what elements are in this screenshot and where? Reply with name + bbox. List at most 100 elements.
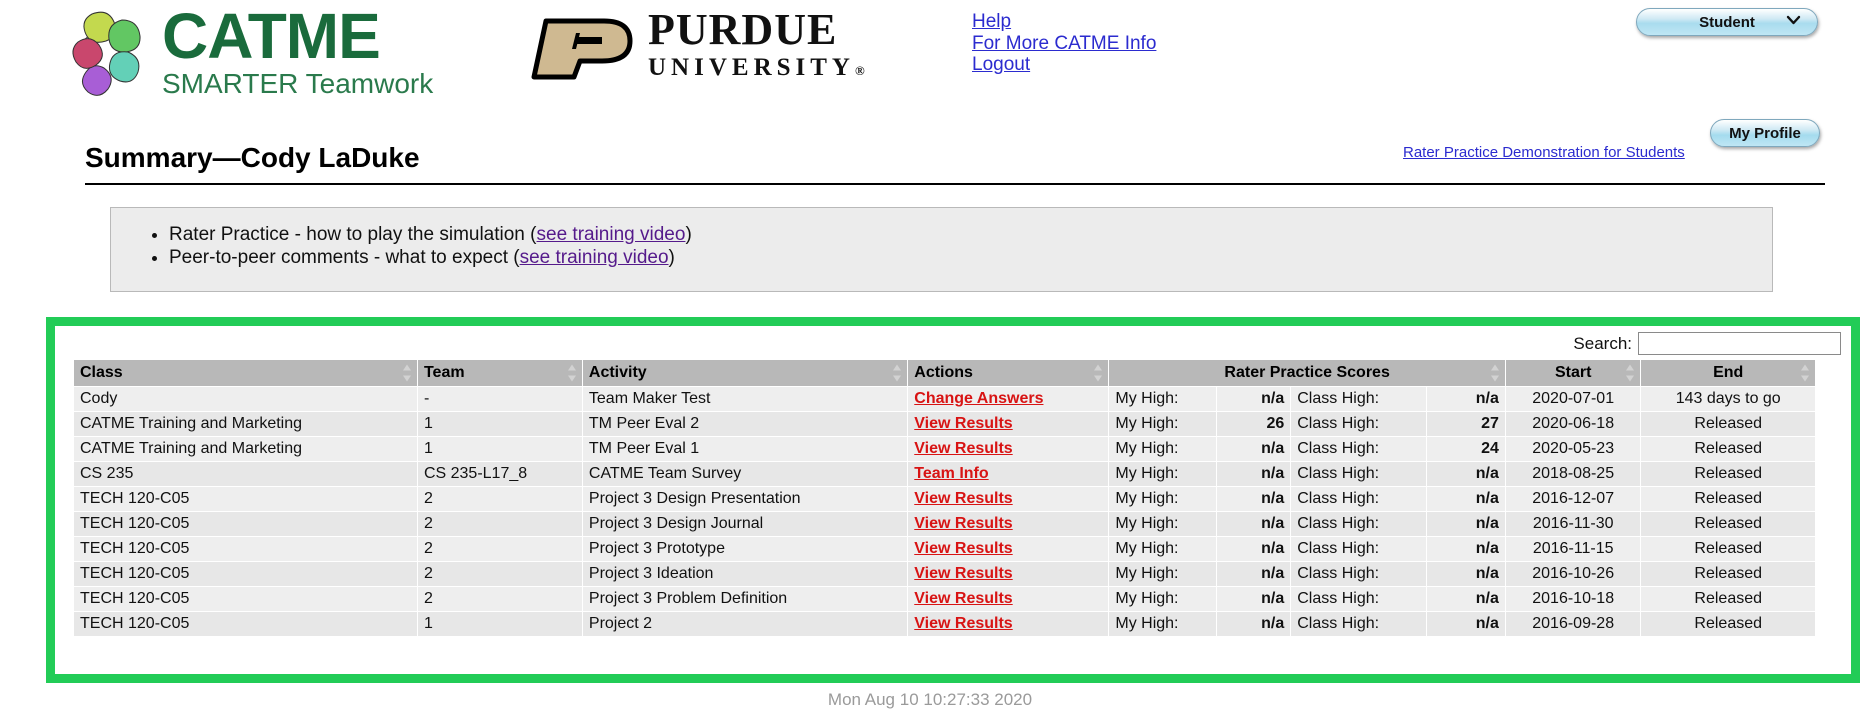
- column-header-activity[interactable]: Activity: [582, 360, 909, 386]
- row-action-link[interactable]: View Results: [914, 590, 1012, 607]
- cell-class-high-value: n/a: [1426, 560, 1506, 586]
- column-header-start[interactable]: Start: [1505, 360, 1642, 386]
- cell-action[interactable]: View Results: [907, 435, 1110, 461]
- cell-class-high-label: Class High:: [1290, 385, 1427, 411]
- cell-start: 2016-09-28: [1505, 610, 1642, 636]
- table-row: CATME Training and Marketing 1 TM Peer Eva…: [74, 410, 1815, 436]
- cell-my-high-label: My High:: [1108, 435, 1217, 461]
- search-input[interactable]: [1638, 332, 1841, 355]
- cell-my-high-value: n/a: [1216, 535, 1292, 561]
- row-action-link[interactable]: Team Info: [914, 465, 988, 482]
- column-header-rater-practice-scores[interactable]: Rater Practice Scores: [1108, 360, 1506, 386]
- column-header-class-label: Class: [80, 363, 123, 381]
- cell-action[interactable]: View Results: [907, 510, 1110, 536]
- cell-class-high-label: Class High:: [1290, 435, 1427, 461]
- column-header-end[interactable]: End: [1640, 360, 1815, 386]
- table-row: TECH 120-C05 2 Project 3 Design Journal Vie…: [74, 510, 1815, 536]
- cell-class-high-label: Class High:: [1290, 410, 1427, 436]
- cell-action[interactable]: View Results: [907, 485, 1110, 511]
- search-row: Search:: [1573, 332, 1841, 355]
- role-select-dropdown[interactable]: Student: [1636, 8, 1818, 36]
- info-item-0-post: ): [685, 224, 692, 245]
- purdue-subtitle: UNIVERSITY®: [648, 54, 870, 81]
- row-action-link[interactable]: View Results: [914, 615, 1012, 632]
- my-profile-label: My Profile: [1729, 124, 1801, 142]
- cell-action[interactable]: Team Info: [907, 460, 1110, 486]
- cell-class-high-value: 24: [1426, 435, 1506, 461]
- sort-arrows-icon[interactable]: [1626, 364, 1635, 382]
- sort-arrows-icon[interactable]: [402, 364, 412, 382]
- cell-class: TECH 120-C05: [74, 585, 418, 611]
- cell-my-high-value: n/a: [1216, 510, 1292, 536]
- purdue-p-icon: [531, 18, 633, 80]
- cell-end: Released: [1640, 485, 1815, 511]
- row-action-link[interactable]: View Results: [914, 540, 1012, 557]
- cell-class: CS 235: [74, 460, 418, 486]
- rater-practice-demo-link[interactable]: Rater Practice Demonstration for Student…: [1403, 144, 1685, 161]
- row-action-link[interactable]: View Results: [914, 440, 1012, 457]
- cell-start: 2016-12-07: [1505, 485, 1642, 511]
- cell-class-high-value: 27: [1426, 410, 1506, 436]
- cell-activity: Project 3 Design Presentation: [582, 485, 909, 511]
- cell-team: CS 235-L17_8: [417, 460, 583, 486]
- cell-action[interactable]: View Results: [907, 560, 1110, 586]
- cell-action[interactable]: View Results: [907, 535, 1110, 561]
- cell-my-high-label: My High:: [1108, 460, 1217, 486]
- my-profile-button[interactable]: My Profile: [1710, 119, 1820, 147]
- sort-arrows-icon[interactable]: [1801, 364, 1810, 382]
- column-header-actions[interactable]: Actions: [907, 360, 1110, 386]
- row-action-link[interactable]: Change Answers: [914, 390, 1043, 407]
- activities-table: Class Team Activity Actions Rater Practi…: [74, 360, 1815, 636]
- table-row: TECH 120-C05 2 Project 3 Prototype View Res…: [74, 535, 1815, 561]
- table-header-row: Class Team Activity Actions Rater Practi…: [74, 360, 1815, 386]
- cell-my-high-label: My High:: [1108, 485, 1217, 511]
- sort-arrows-icon[interactable]: [1094, 364, 1103, 382]
- chevron-down-icon: [1786, 13, 1801, 30]
- logout-link[interactable]: Logout: [972, 54, 1156, 76]
- cell-my-high-value: 26: [1216, 410, 1292, 436]
- table-row: Cody - Team Maker Test Change Answers My Hig…: [74, 385, 1815, 411]
- column-header-activity-label: Activity: [588, 363, 647, 381]
- sort-arrows-icon[interactable]: [1490, 364, 1500, 382]
- cell-team: 2: [417, 585, 583, 611]
- sort-arrows-icon[interactable]: [893, 364, 902, 382]
- cell-class: Cody: [74, 385, 418, 411]
- column-header-class[interactable]: Class: [74, 360, 418, 386]
- cell-activity: Project 3 Prototype: [582, 535, 909, 561]
- cell-end: 143 days to go: [1640, 385, 1815, 411]
- list-item: Peer-to-peer comments - what to expect (…: [169, 246, 1772, 269]
- cell-start: 2016-11-15: [1505, 535, 1642, 561]
- see-training-video-link-1[interactable]: see training video: [520, 247, 669, 268]
- info-item-1-post: ): [668, 247, 675, 268]
- see-training-video-link-0[interactable]: see training video: [537, 224, 686, 245]
- cell-start: 2016-10-26: [1505, 560, 1642, 586]
- row-action-link[interactable]: View Results: [914, 565, 1012, 582]
- cell-team: 2: [417, 560, 583, 586]
- row-action-link[interactable]: View Results: [914, 415, 1012, 432]
- row-action-link[interactable]: View Results: [914, 515, 1012, 532]
- info-item-0-text: Rater Practice - how to play the simulat…: [169, 224, 537, 245]
- purdue-logo: PURDUE UNIVERSITY®: [530, 8, 910, 98]
- sort-arrows-icon[interactable]: [567, 364, 577, 382]
- cell-action[interactable]: View Results: [907, 585, 1110, 611]
- cell-team: 2: [417, 485, 583, 511]
- title-divider: [85, 183, 1825, 185]
- cell-class-high-value: n/a: [1426, 485, 1506, 511]
- column-header-team[interactable]: Team: [417, 360, 583, 386]
- cell-class-high-value: n/a: [1426, 610, 1506, 636]
- cell-action[interactable]: View Results: [907, 610, 1110, 636]
- help-link[interactable]: Help: [972, 11, 1156, 33]
- cell-class: CATME Training and Marketing: [74, 435, 418, 461]
- cell-action[interactable]: View Results: [907, 410, 1110, 436]
- cell-action[interactable]: Change Answers: [907, 385, 1110, 411]
- more-catme-info-link[interactable]: For More CATME Info: [972, 33, 1156, 55]
- cell-class-high-label: Class High:: [1290, 585, 1427, 611]
- cell-team: 2: [417, 510, 583, 536]
- cell-activity: Project 3 Design Journal: [582, 510, 909, 536]
- training-info-list: Rater Practice - how to play the simulat…: [111, 223, 1772, 269]
- cell-my-high-label: My High:: [1108, 560, 1217, 586]
- cell-class-high-value: n/a: [1426, 585, 1506, 611]
- row-action-link[interactable]: View Results: [914, 490, 1012, 507]
- table-row: CS 235 CS 235-L17_8 CATME Team Survey Team …: [74, 460, 1815, 486]
- role-select-label: Student: [1699, 13, 1755, 31]
